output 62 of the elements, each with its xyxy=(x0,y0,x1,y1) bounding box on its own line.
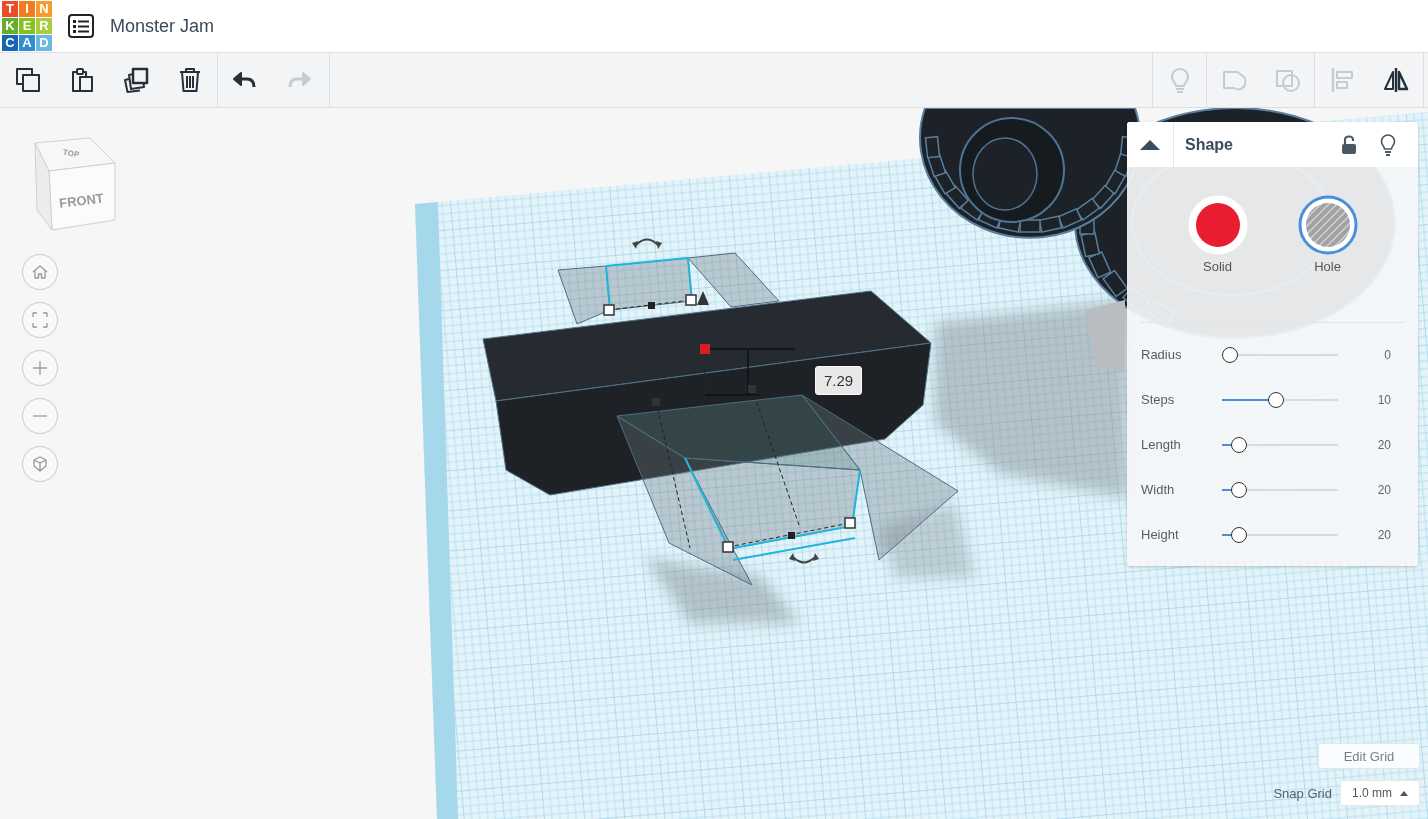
slider-thumb[interactable] xyxy=(1231,436,1247,453)
collapse-button[interactable] xyxy=(1127,122,1174,167)
logo-tile: N xyxy=(36,1,52,17)
cube-icon xyxy=(33,456,47,472)
param-value: 20 xyxy=(1376,437,1391,452)
center-handle[interactable] xyxy=(700,344,710,354)
mirror-icon xyxy=(1382,66,1410,94)
lightbulb-icon[interactable] xyxy=(1380,133,1396,156)
hole-shape[interactable] xyxy=(616,394,959,586)
rotate-arrow-icon[interactable] xyxy=(632,238,662,249)
logo-tile: E xyxy=(19,18,35,34)
solid-button[interactable]: Solid xyxy=(1187,195,1248,274)
corner-handle[interactable] xyxy=(603,304,615,316)
corner-handle[interactable] xyxy=(722,541,734,553)
padlock-icon[interactable] xyxy=(1341,134,1357,155)
design-title: Monster Jam xyxy=(110,15,215,37)
truck-body-drawing xyxy=(1085,300,1125,372)
param-label: Steps xyxy=(1141,392,1176,407)
plus-icon xyxy=(32,360,48,376)
corner-handle[interactable] xyxy=(685,294,697,306)
logo-tile: I xyxy=(19,1,35,17)
logo-tile: R xyxy=(36,18,52,34)
param-label: Radius xyxy=(1141,347,1183,362)
stacked-squares-icon xyxy=(122,66,150,94)
param-value: 0 xyxy=(1383,347,1391,362)
param-label: Height xyxy=(1141,527,1180,542)
caret-icon xyxy=(1400,790,1408,796)
hole-shape[interactable] xyxy=(557,252,780,325)
snap-grid-label: Snap Grid xyxy=(1273,785,1332,801)
param-value: 20 xyxy=(1376,482,1391,497)
logo-tile: A xyxy=(19,35,35,51)
slider-thumb[interactable] xyxy=(1231,481,1247,498)
box-shape[interactable] xyxy=(482,290,932,496)
param-value: 10 xyxy=(1376,392,1391,407)
midpoint-handle[interactable] xyxy=(648,302,655,309)
slider-thumb[interactable] xyxy=(1222,346,1238,363)
param-label: Length xyxy=(1141,437,1182,452)
cube-face-label: TOP xyxy=(62,147,80,160)
dimension-label: 7.29 xyxy=(815,366,863,395)
minus-icon xyxy=(32,415,48,417)
home-icon xyxy=(32,265,48,279)
rotate-arrow-icon[interactable] xyxy=(789,553,819,564)
param-value: 20 xyxy=(1376,527,1391,542)
logo-tile: T xyxy=(2,1,18,17)
list-icon[interactable] xyxy=(68,14,94,38)
logo-tile: D xyxy=(36,35,52,51)
logo-tile: K xyxy=(2,18,18,34)
edit-grid-button[interactable]: Edit Grid xyxy=(1318,743,1420,769)
corner-handle[interactable] xyxy=(844,517,856,529)
corners-icon xyxy=(32,312,48,328)
slider-thumb[interactable] xyxy=(1268,391,1284,408)
panel-title: Shape xyxy=(1185,135,1234,154)
snap-grid-dropdown[interactable]: 1.0 mm xyxy=(1340,780,1420,806)
logo-tile: C xyxy=(2,35,18,51)
cube-face-label: FRONT xyxy=(58,190,105,211)
param-label: Width xyxy=(1141,482,1176,497)
midpoint-handle[interactable] xyxy=(748,385,756,393)
copy-icon xyxy=(14,66,42,94)
hole-button[interactable]: Hole xyxy=(1297,195,1358,274)
lift-handle[interactable] xyxy=(697,291,709,305)
slider-thumb[interactable] xyxy=(1231,526,1247,543)
midpoint-handle[interactable] xyxy=(788,532,795,539)
